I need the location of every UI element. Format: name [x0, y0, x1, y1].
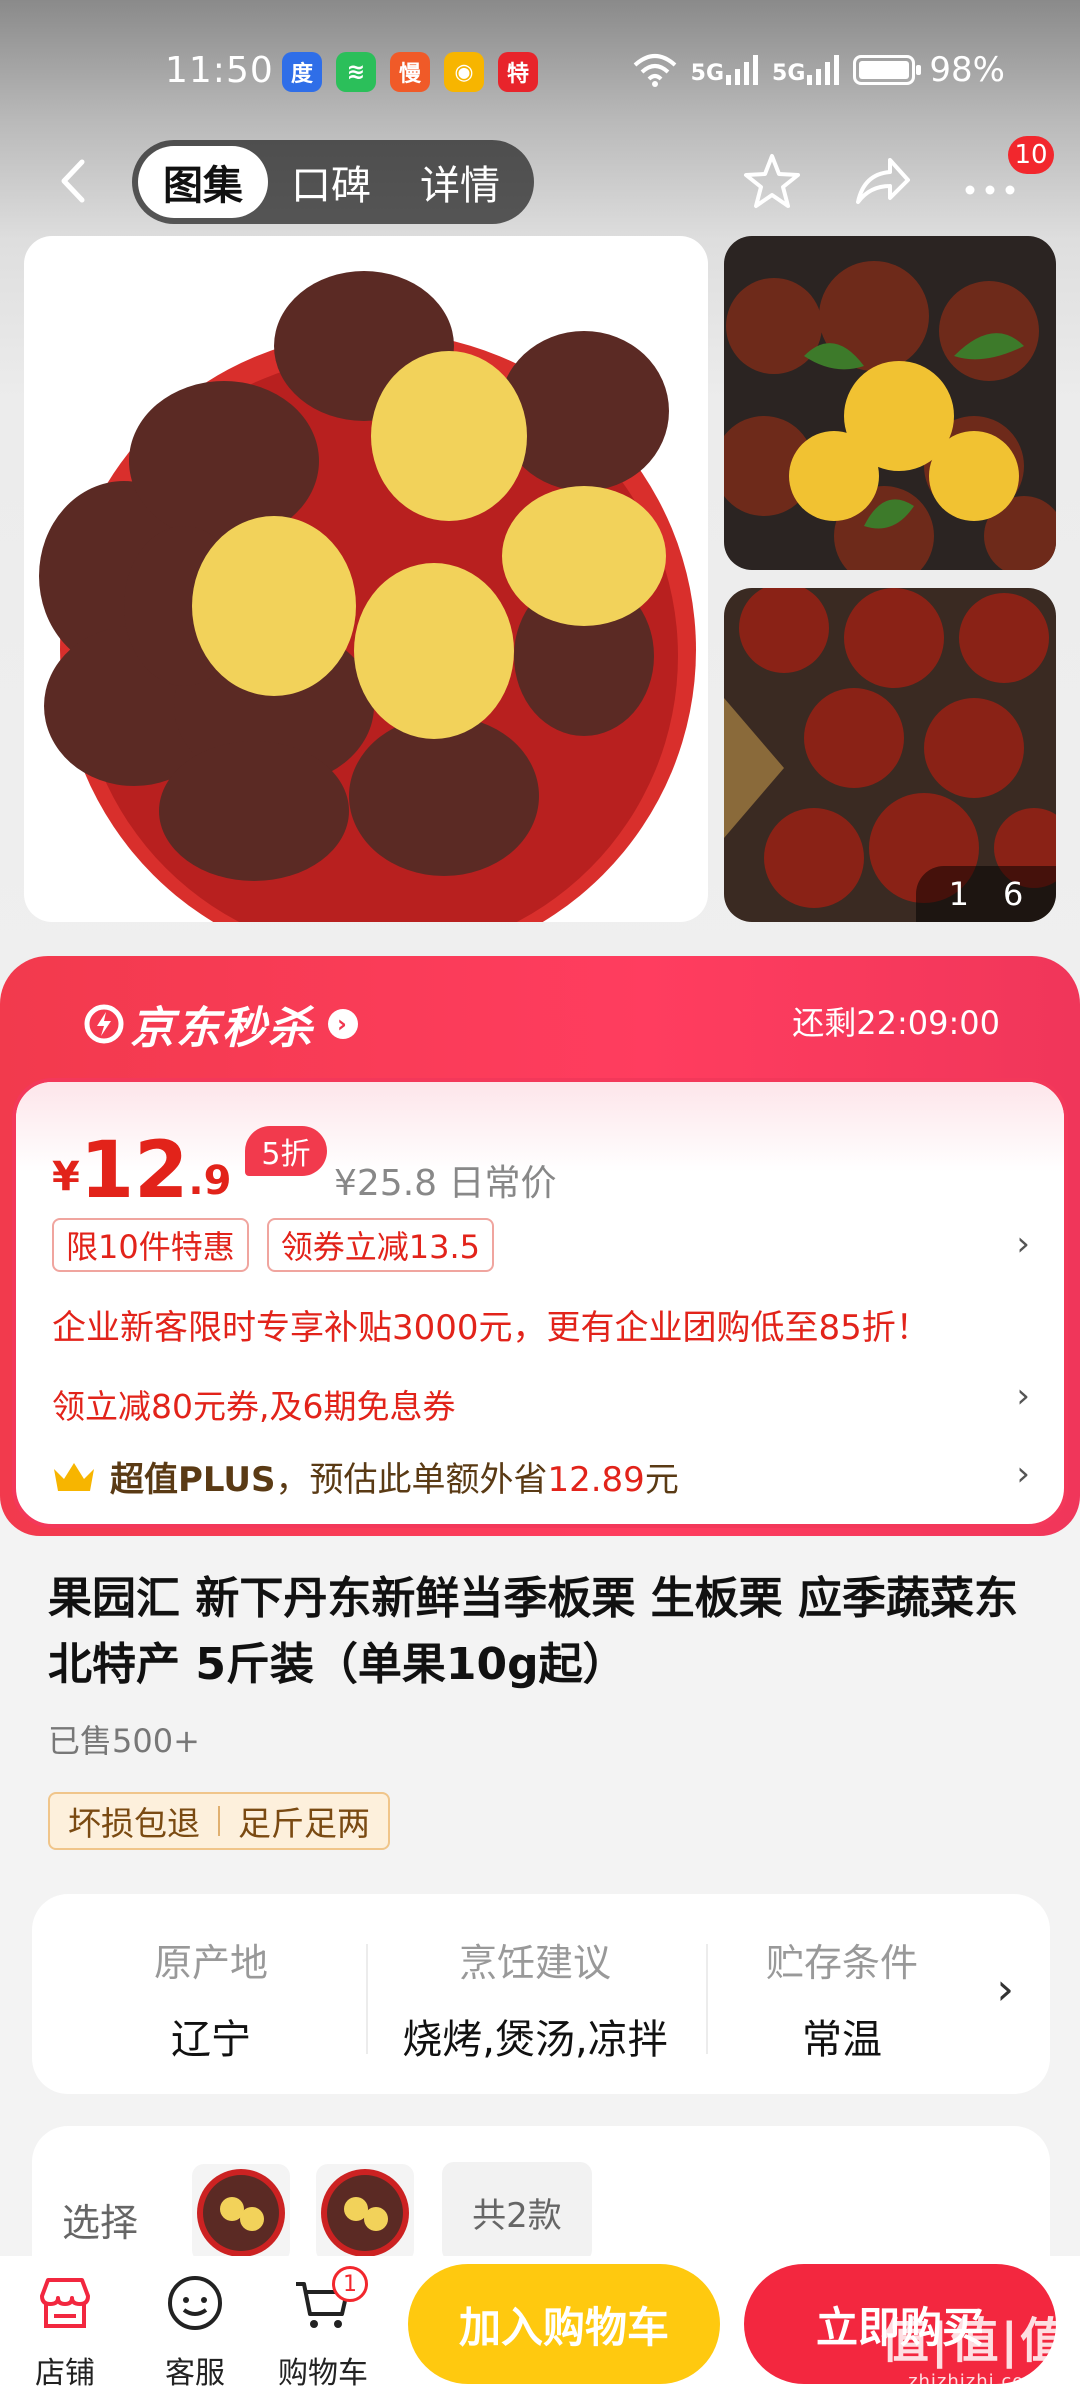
- status-bar: 11:50 度 ≋ 慢 ◉ 特 5G 5G 98%: [0, 40, 1080, 110]
- variant-count[interactable]: 共2款: [442, 2162, 592, 2262]
- baidu-icon: 度: [282, 52, 322, 92]
- main-product-image[interactable]: [24, 236, 708, 922]
- chevron-right-icon[interactable]: ›: [1016, 1224, 1030, 1264]
- attr-cooking: 烹饪建议 烧烤,煲汤,凉拌: [402, 1941, 668, 2063]
- share-icon[interactable]: [850, 150, 914, 214]
- thumbnail-1[interactable]: [724, 236, 1056, 570]
- battery-icon: [853, 55, 922, 85]
- shop-icon: [40, 2278, 90, 2328]
- chat-icon: ≋: [336, 52, 376, 92]
- attr-storage: 贮存条件 常温: [765, 1941, 918, 2063]
- cart-badge: 1: [332, 2266, 368, 2302]
- product-attributes[interactable]: 原产地 辽宁 烹饪建议 烧烤,煲汤,凉拌 贮存条件 常温 ›: [32, 1894, 1050, 2094]
- te-icon: 特: [498, 52, 538, 92]
- lightning-clock-icon: [84, 1004, 124, 1044]
- chevron-right-icon[interactable]: ›: [996, 1964, 1014, 2015]
- crown-icon: [54, 1462, 94, 1491]
- watermark-logo: 值|值|值 zhizhizhi.com: [880, 2313, 1070, 2392]
- man-icon: 慢: [390, 52, 430, 92]
- seckill-title[interactable]: 京东秒杀 ›: [84, 992, 358, 1056]
- original-price: ¥25.8 日常价: [334, 1163, 557, 1204]
- discount-badge: 5折: [245, 1126, 327, 1176]
- customer-service-button[interactable]: 客服: [140, 2270, 250, 2392]
- sold-count: 已售500+: [48, 1722, 200, 1760]
- enterprise-promo[interactable]: 企业新客限时专享补贴3000元，更有企业团购低至85折！: [52, 1300, 930, 1349]
- plus-savings-row[interactable]: 超值PLUS，预估此单额外省12.89元: [52, 1452, 679, 1501]
- coupon-tag: 领券立减13.5: [266, 1218, 494, 1272]
- status-time: 11:50: [165, 50, 274, 91]
- sale-price: ¥ 12 .9 5折: [52, 1126, 327, 1210]
- limit-tag: 限10件特惠: [52, 1218, 249, 1272]
- shop-button[interactable]: 店铺: [10, 2270, 120, 2392]
- variant-thumb-1[interactable]: [192, 2164, 290, 2262]
- coupon-row[interactable]: 领立减80元券,及6期免息券: [52, 1380, 455, 1428]
- chat-face-icon: [168, 2276, 222, 2330]
- top-nav: 图集 口碑 详情: [0, 140, 1080, 224]
- price-card: ¥ 12 .9 5折 ¥25.8 日常价 限10件特惠 领券立减13.5 › 企…: [12, 1078, 1068, 1528]
- variant-thumb-2[interactable]: [316, 2164, 414, 2262]
- wifi-icon: [633, 54, 677, 87]
- thumbnail-2[interactable]: 1 6: [724, 588, 1056, 922]
- chevron-right-icon[interactable]: ›: [1016, 1376, 1030, 1416]
- chevron-right-icon: ›: [328, 1009, 358, 1039]
- tab-gallery[interactable]: 图集: [138, 146, 268, 218]
- signal-icon-2: 5G: [772, 55, 840, 85]
- image-counter: 1 6: [916, 866, 1056, 922]
- signal-icon-1: 5G: [691, 55, 759, 85]
- tab-details[interactable]: 详情: [394, 146, 526, 218]
- weibo-icon: ◉: [444, 52, 484, 92]
- cart-button[interactable]: 1 购物车: [268, 2266, 378, 2392]
- select-label: 选择: [62, 2201, 139, 2245]
- favorite-star-icon[interactable]: [740, 150, 804, 214]
- back-icon[interactable]: [50, 156, 100, 206]
- chevron-right-icon[interactable]: ›: [1016, 1454, 1030, 1494]
- tab-reviews[interactable]: 口碑: [268, 146, 394, 218]
- product-title: 果园汇 新下丹东新鲜当季板栗 生板栗 应季蔬菜东北特产 5斤装（单果10g起）: [48, 1573, 1018, 1690]
- battery-percent: 98%: [929, 50, 1005, 90]
- service-guarantees[interactable]: 坏损包退 足斤足两: [48, 1792, 390, 1850]
- bottom-action-bar: 店铺 客服 1 购物车 加入购物车 立即购买 值|值|值 zhizhizhi.c…: [0, 2256, 1080, 2400]
- seckill-timer: 还剩22:09:00: [792, 1004, 1000, 1042]
- add-to-cart-button[interactable]: 加入购物车: [408, 2264, 720, 2384]
- promo-tags[interactable]: 限10件特惠 领券立减13.5: [52, 1218, 494, 1272]
- notification-icons: 度 ≋ 慢 ◉ 特: [282, 52, 538, 92]
- attr-origin: 原产地 辽宁: [153, 1941, 268, 2063]
- view-tabs: 图集 口碑 详情: [132, 140, 534, 224]
- message-badge: 10: [1008, 136, 1054, 174]
